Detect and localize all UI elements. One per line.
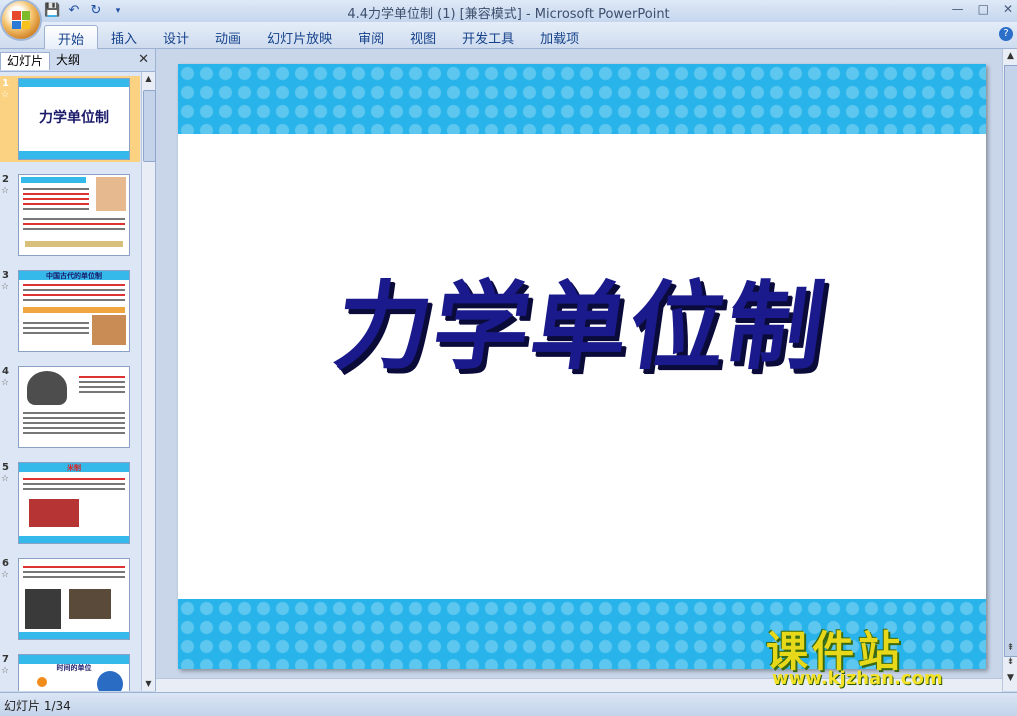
thumb-number: 4	[2, 366, 9, 377]
minimize-button[interactable]: —	[952, 2, 964, 16]
tab-animations[interactable]: 动画	[202, 25, 254, 48]
scroll-up-icon[interactable]: ▲	[142, 72, 155, 86]
slide-thumbnail-4[interactable]: 4 ☆	[0, 364, 140, 450]
scroll-down-icon[interactable]: ▼	[1003, 673, 1017, 683]
scroll-down-icon[interactable]: ▼	[142, 677, 155, 691]
tab-design[interactable]: 设计	[150, 25, 202, 48]
office-logo-icon	[12, 11, 30, 29]
ribbon-tabs: 开始 插入 设计 动画 幻灯片放映 审阅 视图 开发工具 加载项	[44, 25, 592, 49]
tab-outline[interactable]: 大纲	[50, 52, 86, 69]
previous-slide-icon[interactable]: ⇞	[1003, 643, 1017, 653]
thumb-title: 中国古代的单位制	[46, 272, 102, 280]
thumb-image: 力学单位制	[18, 78, 130, 160]
slide-thumbnail-1[interactable]: 1 ☆ 力学单位制	[0, 76, 140, 162]
thumb-image: 米制	[18, 462, 130, 544]
thumb-title: 力学单位制	[39, 110, 109, 126]
thumbnail-list: 1 ☆ 力学单位制 2 ☆ 3 ☆ 中国古代的单位制 4 ☆ 5 ☆ 米制 6 …	[0, 72, 140, 691]
slide-thumbnail-6[interactable]: 6 ☆	[0, 556, 140, 642]
tab-developer[interactable]: 开发工具	[449, 25, 527, 48]
animation-star-icon: ☆	[1, 666, 10, 676]
panel-close-icon[interactable]: ✕	[138, 52, 149, 67]
panel-scroll-thumb[interactable]	[143, 90, 156, 162]
maximize-button[interactable]: □	[978, 2, 989, 16]
tab-view[interactable]: 视图	[397, 25, 449, 48]
tab-review[interactable]: 审阅	[345, 25, 397, 48]
thumb-image	[18, 366, 130, 448]
scroll-up-icon[interactable]: ▲	[1003, 51, 1017, 61]
ribbon: 开始 插入 设计 动画 幻灯片放映 审阅 视图 开发工具 加载项 ?	[0, 22, 1017, 49]
panel-scrollbar[interactable]: ▲ ▼	[141, 72, 156, 691]
help-icon[interactable]: ?	[999, 27, 1013, 41]
animation-star-icon: ☆	[1, 90, 10, 100]
title-bar: 💾 ↶ ↻ ▾ 4.4力学单位制 (1) [兼容模式] - Microsoft …	[0, 0, 1017, 22]
slide-thumbnail-3[interactable]: 3 ☆ 中国古代的单位制	[0, 268, 140, 354]
watermark-url: www.kjzhan.com	[772, 668, 943, 689]
thumb-number: 2	[2, 174, 9, 185]
thumb-number: 1	[2, 78, 9, 89]
slide-thumbnail-2[interactable]: 2 ☆	[0, 172, 140, 258]
tab-slides[interactable]: 幻灯片	[0, 52, 51, 70]
animation-star-icon: ☆	[1, 474, 10, 484]
office-button[interactable]	[2, 1, 40, 39]
slide-thumbnail-5[interactable]: 5 ☆ 米制	[0, 460, 140, 546]
tab-addins[interactable]: 加载项	[527, 25, 592, 48]
editor-scrollbar[interactable]: ▲ ⇞ ⇟ ▼	[1002, 49, 1017, 691]
thumb-number: 6	[2, 558, 9, 569]
window-title: 4.4力学单位制 (1) [兼容模式] - Microsoft PowerPoi…	[347, 7, 670, 22]
slide-title[interactable]: 力学单位制	[178, 249, 986, 388]
tab-insert[interactable]: 插入	[98, 25, 150, 48]
slide-editor: 力学单位制	[156, 49, 1002, 691]
thumb-image	[18, 558, 130, 640]
thumb-image	[18, 174, 130, 256]
status-bar: 幻灯片 1/34	[0, 692, 1017, 716]
window-controls: — □ ✕	[952, 2, 1013, 16]
thumb-image: 中国古代的单位制	[18, 270, 130, 352]
slide-thumbnail-7[interactable]: 7 ☆ 时间的单位	[0, 652, 140, 691]
current-slide[interactable]: 力学单位制	[178, 64, 986, 669]
thumb-title: 米制	[67, 464, 81, 472]
animation-star-icon: ☆	[1, 570, 10, 580]
slides-panel: 幻灯片 大纲 ✕ 1 ☆ 力学单位制 2 ☆ 3 ☆ 中国古代的单位制 4 ☆ …	[0, 49, 156, 691]
slide-top-band	[178, 64, 986, 134]
tab-home[interactable]: 开始	[44, 25, 99, 49]
tab-slideshow[interactable]: 幻灯片放映	[254, 25, 345, 48]
animation-star-icon: ☆	[1, 378, 10, 388]
slide-indicator: 幻灯片 1/34	[4, 699, 71, 713]
thumb-number: 5	[2, 462, 9, 473]
panel-tabs: 幻灯片 大纲 ✕	[0, 49, 155, 72]
thumb-number: 3	[2, 270, 9, 281]
thumb-number: 7	[2, 654, 9, 665]
thumb-image: 时间的单位	[18, 654, 130, 691]
next-slide-icon[interactable]: ⇟	[1003, 657, 1017, 667]
close-button[interactable]: ✕	[1003, 2, 1013, 16]
editor-scroll-thumb[interactable]	[1004, 65, 1017, 657]
animation-star-icon: ☆	[1, 186, 10, 196]
animation-star-icon: ☆	[1, 282, 10, 292]
watermark-logo: 课件站 www.kjzhan.com	[766, 618, 1001, 690]
